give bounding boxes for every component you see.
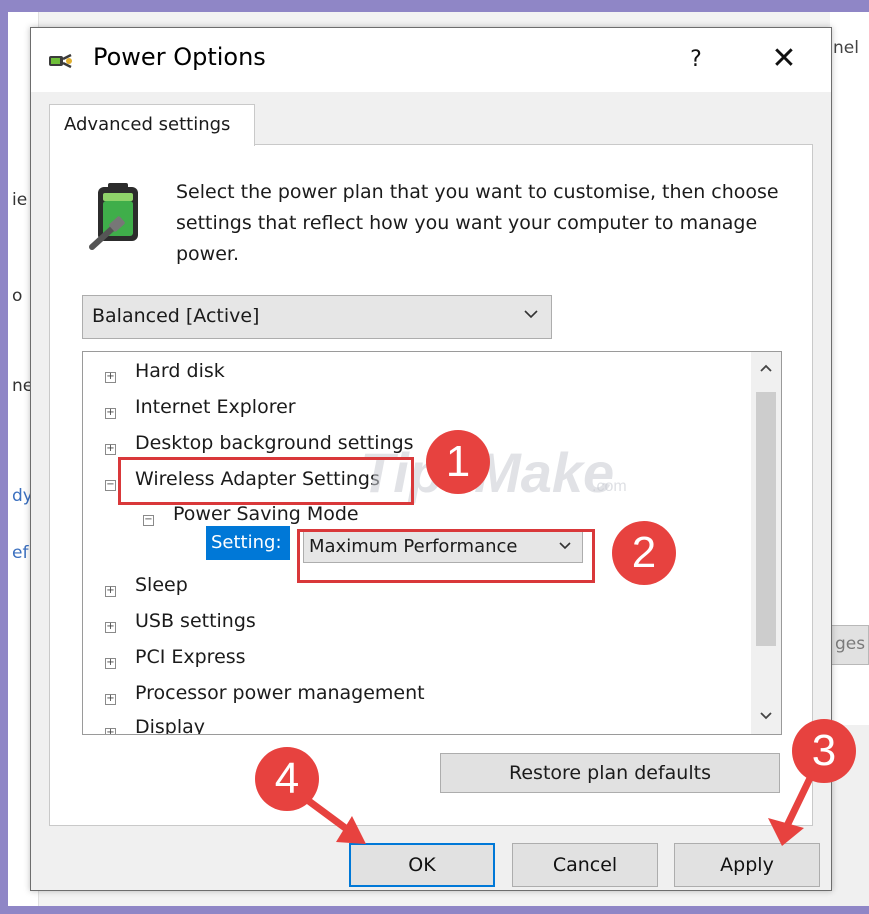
chevron-down-icon (523, 304, 539, 325)
expand-icon[interactable]: + (105, 658, 116, 669)
highlight-wireless-adapter (118, 457, 414, 505)
help-button[interactable]: ? (671, 40, 721, 80)
collapse-icon[interactable]: − (105, 480, 116, 491)
battery-plug-icon (88, 183, 150, 253)
close-button[interactable]: ✕ (759, 40, 809, 80)
expand-icon[interactable]: + (105, 586, 116, 597)
background-text-fragment: nel (833, 38, 859, 58)
expand-icon[interactable]: + (105, 444, 116, 455)
tree-item-processor-power[interactable]: Processor power management (135, 682, 425, 704)
power-options-icon (47, 48, 75, 74)
tree-item-sleep[interactable]: Sleep (135, 574, 188, 596)
step-badge-2: 2 (612, 521, 676, 585)
cancel-button[interactable]: Cancel (512, 843, 658, 887)
frame-bottom (0, 906, 869, 914)
background-button[interactable]: ges (830, 625, 869, 665)
background-text-fragment: ie (12, 190, 28, 210)
expand-icon[interactable]: + (105, 728, 116, 734)
expand-icon[interactable]: + (105, 694, 116, 705)
background-text-fragment: o (12, 286, 23, 306)
tree-item-internet-explorer[interactable]: Internet Explorer (135, 396, 296, 418)
scroll-thumb[interactable] (756, 392, 776, 646)
frame-left (0, 0, 8, 914)
background-link-fragment[interactable]: ef (12, 543, 28, 563)
expand-icon[interactable]: + (105, 408, 116, 419)
expand-icon[interactable]: + (105, 622, 116, 633)
tree-item-pci-express[interactable]: PCI Express (135, 646, 246, 668)
scroll-up-icon[interactable] (751, 358, 781, 377)
tree-item-usb-settings[interactable]: USB settings (135, 610, 256, 632)
collapse-icon[interactable]: − (143, 515, 154, 526)
tree-item-display[interactable]: Display (135, 716, 205, 734)
title-bar: Power Options ? ✕ (31, 28, 831, 92)
arrow-to-apply-icon (768, 770, 816, 846)
power-plan-select[interactable]: Balanced [Active] (82, 295, 552, 339)
dialog-title: Power Options (93, 43, 266, 71)
tree-scrollbar[interactable] (751, 352, 781, 734)
frame-top (0, 0, 869, 12)
arrow-to-ok-icon (298, 792, 366, 844)
scroll-down-icon[interactable] (751, 706, 781, 725)
power-plan-value: Balanced [Active] (92, 305, 260, 327)
restore-plan-defaults-button[interactable]: Restore plan defaults (440, 753, 780, 793)
tab-advanced-settings[interactable]: Advanced settings (49, 104, 255, 146)
intro-text: Select the power plan that you want to c… (176, 181, 779, 265)
tree-item-hard-disk[interactable]: Hard disk (135, 360, 225, 382)
setting-label: Setting: (206, 526, 290, 560)
watermark-domain: .com (592, 478, 627, 495)
highlight-setting-select (297, 529, 595, 583)
step-badge-1: 1 (426, 430, 490, 494)
tree-item-power-saving-mode[interactable]: Power Saving Mode (173, 503, 359, 525)
expand-icon[interactable]: + (105, 372, 116, 383)
